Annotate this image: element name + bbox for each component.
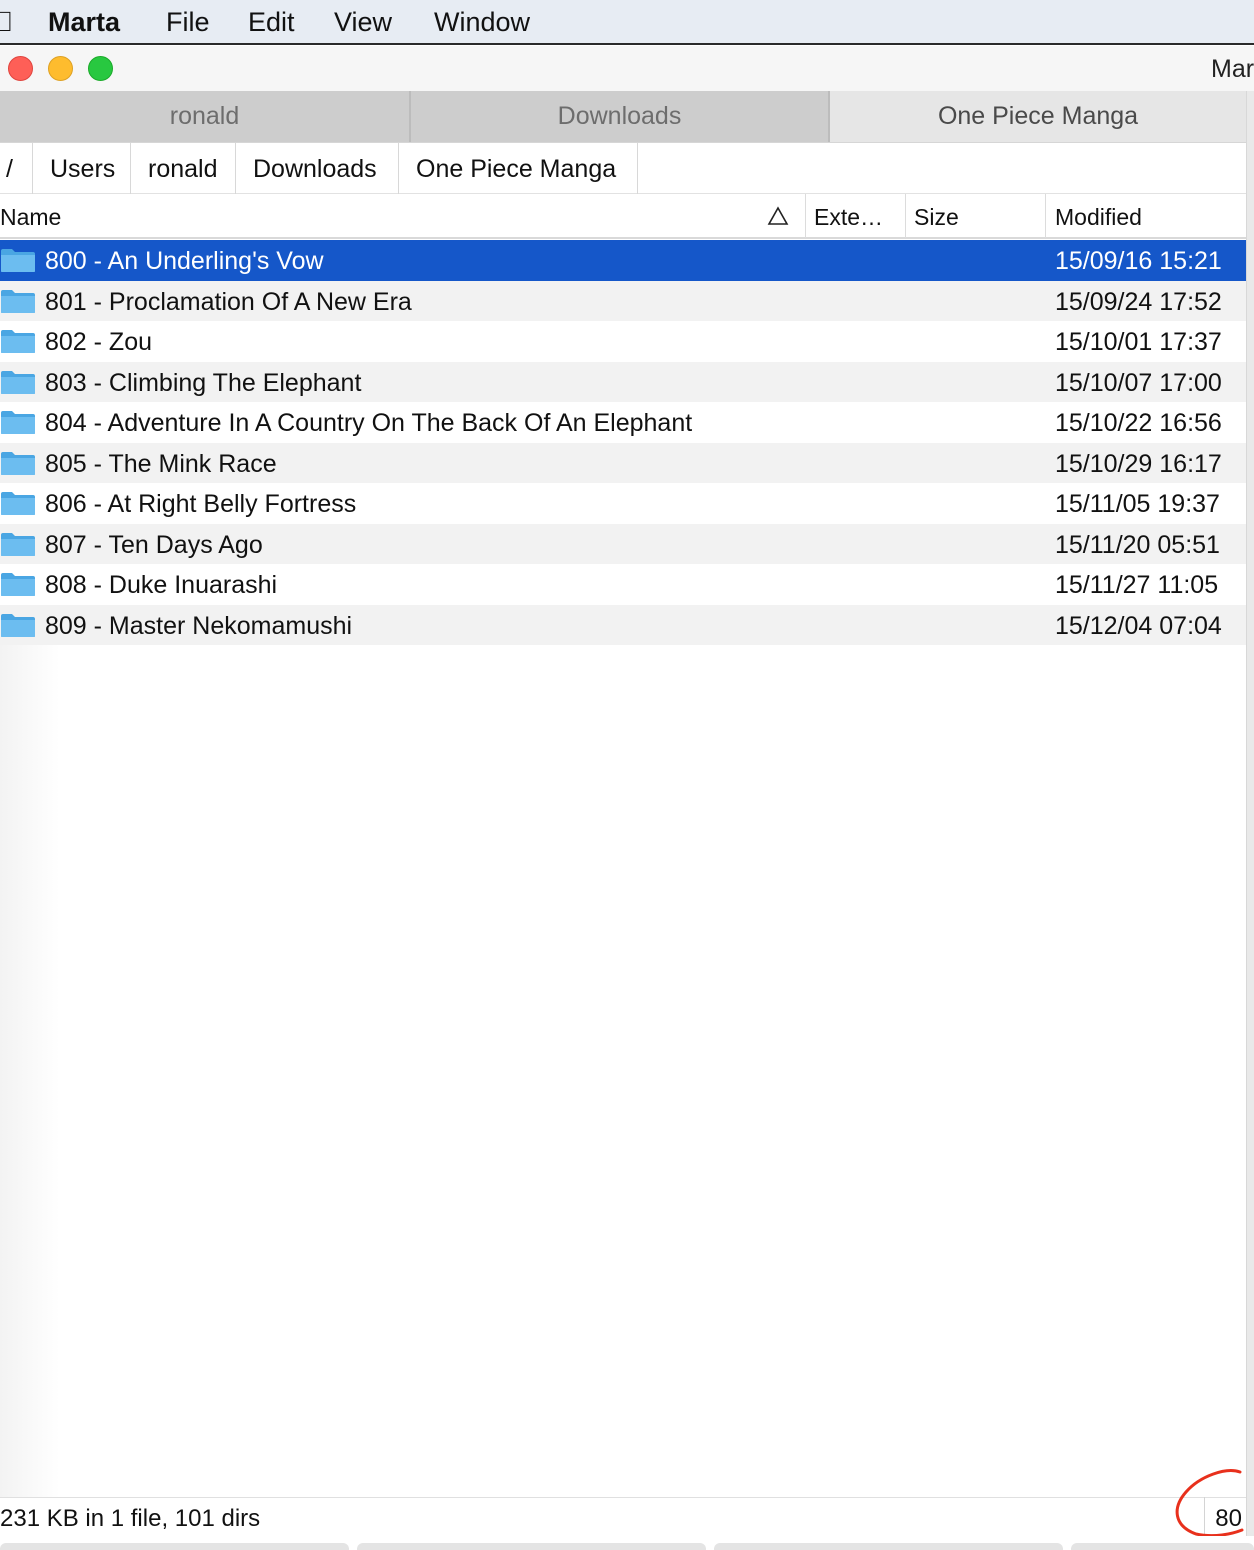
file-name: 808 - Duke Inuarashi [45,571,278,599]
file-name: 805 - The Mink Race [45,449,277,478]
menu-app-name[interactable]: Marta [48,6,120,38]
file-row[interactable]: 803 - Climbing The Elephant 15/10/07 17:0… [0,361,1246,402]
column-name-header[interactable]: Name [0,194,61,239]
function-key-button[interactable] [1071,1543,1254,1550]
window-title-bar [0,46,1254,91]
file-modified: 15/09/16 15:21 [1055,247,1222,275]
tab-downloads[interactable]: Downloads [411,91,828,142]
column-divider[interactable] [905,194,906,238]
tab-ronald[interactable]: ronald [0,91,409,142]
file-row[interactable]: 801 - Proclamation Of A New Era 15/09/24 … [0,280,1246,321]
breadcrumb-downloads[interactable]: Downloads [236,143,399,195]
file-row[interactable]: 804 - Adventure In A Country On The Back… [0,402,1246,443]
file-modified: 15/10/01 17:37 [1055,328,1222,356]
folder-icon [1,289,35,313]
file-list: 800 - An Underling's Vow 15/09/16 15:21 80… [0,240,1246,645]
menu-window[interactable]: Window [434,6,530,38]
folder-icon [1,370,35,394]
file-row[interactable]: 802 - Zou 15/10/01 17:37 [0,321,1246,362]
file-name: 806 - At Right Belly Fortress [45,490,357,518]
apple-logo-icon[interactable]:  [0,7,13,37]
file-modified: 15/11/05 19:37 [1055,490,1220,518]
folder-icon [1,451,35,475]
file-name: 809 - Master Nekomamushi [45,611,353,640]
file-row[interactable]: 807 - Ten Days Ago 15/11/20 05:51 [0,523,1246,564]
file-modified: 15/10/07 17:00 [1055,368,1222,397]
menu-bar:  Marta File Edit View Window [0,0,1254,45]
file-modified: 15/11/20 05:51 [1055,530,1220,559]
file-row[interactable]: 805 - The Mink Race 15/10/29 16:17 [0,442,1246,483]
folder-icon [1,330,35,353]
column-divider[interactable] [805,194,806,238]
file-row[interactable]: 806 - At Right Belly Fortress 15/11/05 19… [0,483,1246,524]
menu-view[interactable]: View [334,6,392,38]
folder-icon [1,532,35,556]
folder-icon [1,613,35,637]
breadcrumb-one-piece-manga[interactable]: One Piece Manga [399,143,638,195]
close-window-button[interactable] [8,56,33,81]
file-name: 804 - Adventure In A Country On The Back… [45,409,693,437]
menu-edit[interactable]: Edit [248,6,295,38]
column-extension-header[interactable]: Exte… [814,194,883,239]
file-list-empty-area[interactable] [0,645,1246,1497]
folder-icon [1,411,35,434]
file-row[interactable]: 808 - Duke Inuarashi 15/11/27 11:05 [0,564,1246,605]
window-title: Mar [1211,55,1254,83]
menu-file[interactable]: File [166,6,210,38]
folder-icon [1,249,35,272]
column-modified-header[interactable]: Modified [1055,194,1142,239]
function-key-button[interactable] [357,1543,706,1550]
column-divider[interactable] [1045,194,1046,238]
function-key-button[interactable] [0,1543,349,1550]
function-key-button[interactable] [714,1543,1063,1550]
column-header: Name Exte… Size Modified [0,194,1246,239]
breadcrumb-ronald[interactable]: ronald [131,143,236,195]
tab-bar: ronald Downloads One Piece Manga [0,91,1246,142]
status-summary: 231 KB in 1 file, 101 dirs [0,1505,261,1532]
breadcrumb-users[interactable]: Users [33,143,131,195]
sort-ascending-triangle-icon[interactable] [767,205,789,227]
file-name: 803 - Climbing The Elephant [45,368,362,397]
file-name: 801 - Proclamation Of A New Era [45,287,412,316]
file-modified: 15/12/04 07:04 [1055,611,1222,640]
file-name: 800 - An Underling's Vow [45,247,324,275]
file-modified: 15/10/29 16:17 [1055,449,1222,478]
folder-icon [1,573,35,596]
file-name: 802 - Zou [45,328,153,356]
column-size-header[interactable]: Size [914,194,959,239]
breadcrumb-root[interactable]: / [0,143,33,195]
tab-one-piece-manga[interactable]: One Piece Manga [830,91,1246,142]
annotation-circle [1175,1469,1244,1538]
file-modified: 15/09/24 17:52 [1055,287,1222,316]
file-name: 807 - Ten Days Ago [45,530,263,559]
zoom-window-button[interactable] [88,56,113,81]
folder-icon [1,492,35,515]
file-modified: 15/11/27 11:05 [1055,571,1219,599]
file-modified: 15/10/22 16:56 [1055,409,1222,437]
scrollbar-track[interactable] [1246,91,1254,1550]
file-row[interactable]: 809 - Master Nekomamushi 15/12/04 07:04 [0,604,1246,645]
minimize-window-button[interactable] [48,56,73,81]
file-row[interactable]: 800 - An Underling's Vow 15/09/16 15:21 [0,240,1246,281]
breadcrumb: / Users ronald Downloads One Piece Manga [0,142,1246,195]
